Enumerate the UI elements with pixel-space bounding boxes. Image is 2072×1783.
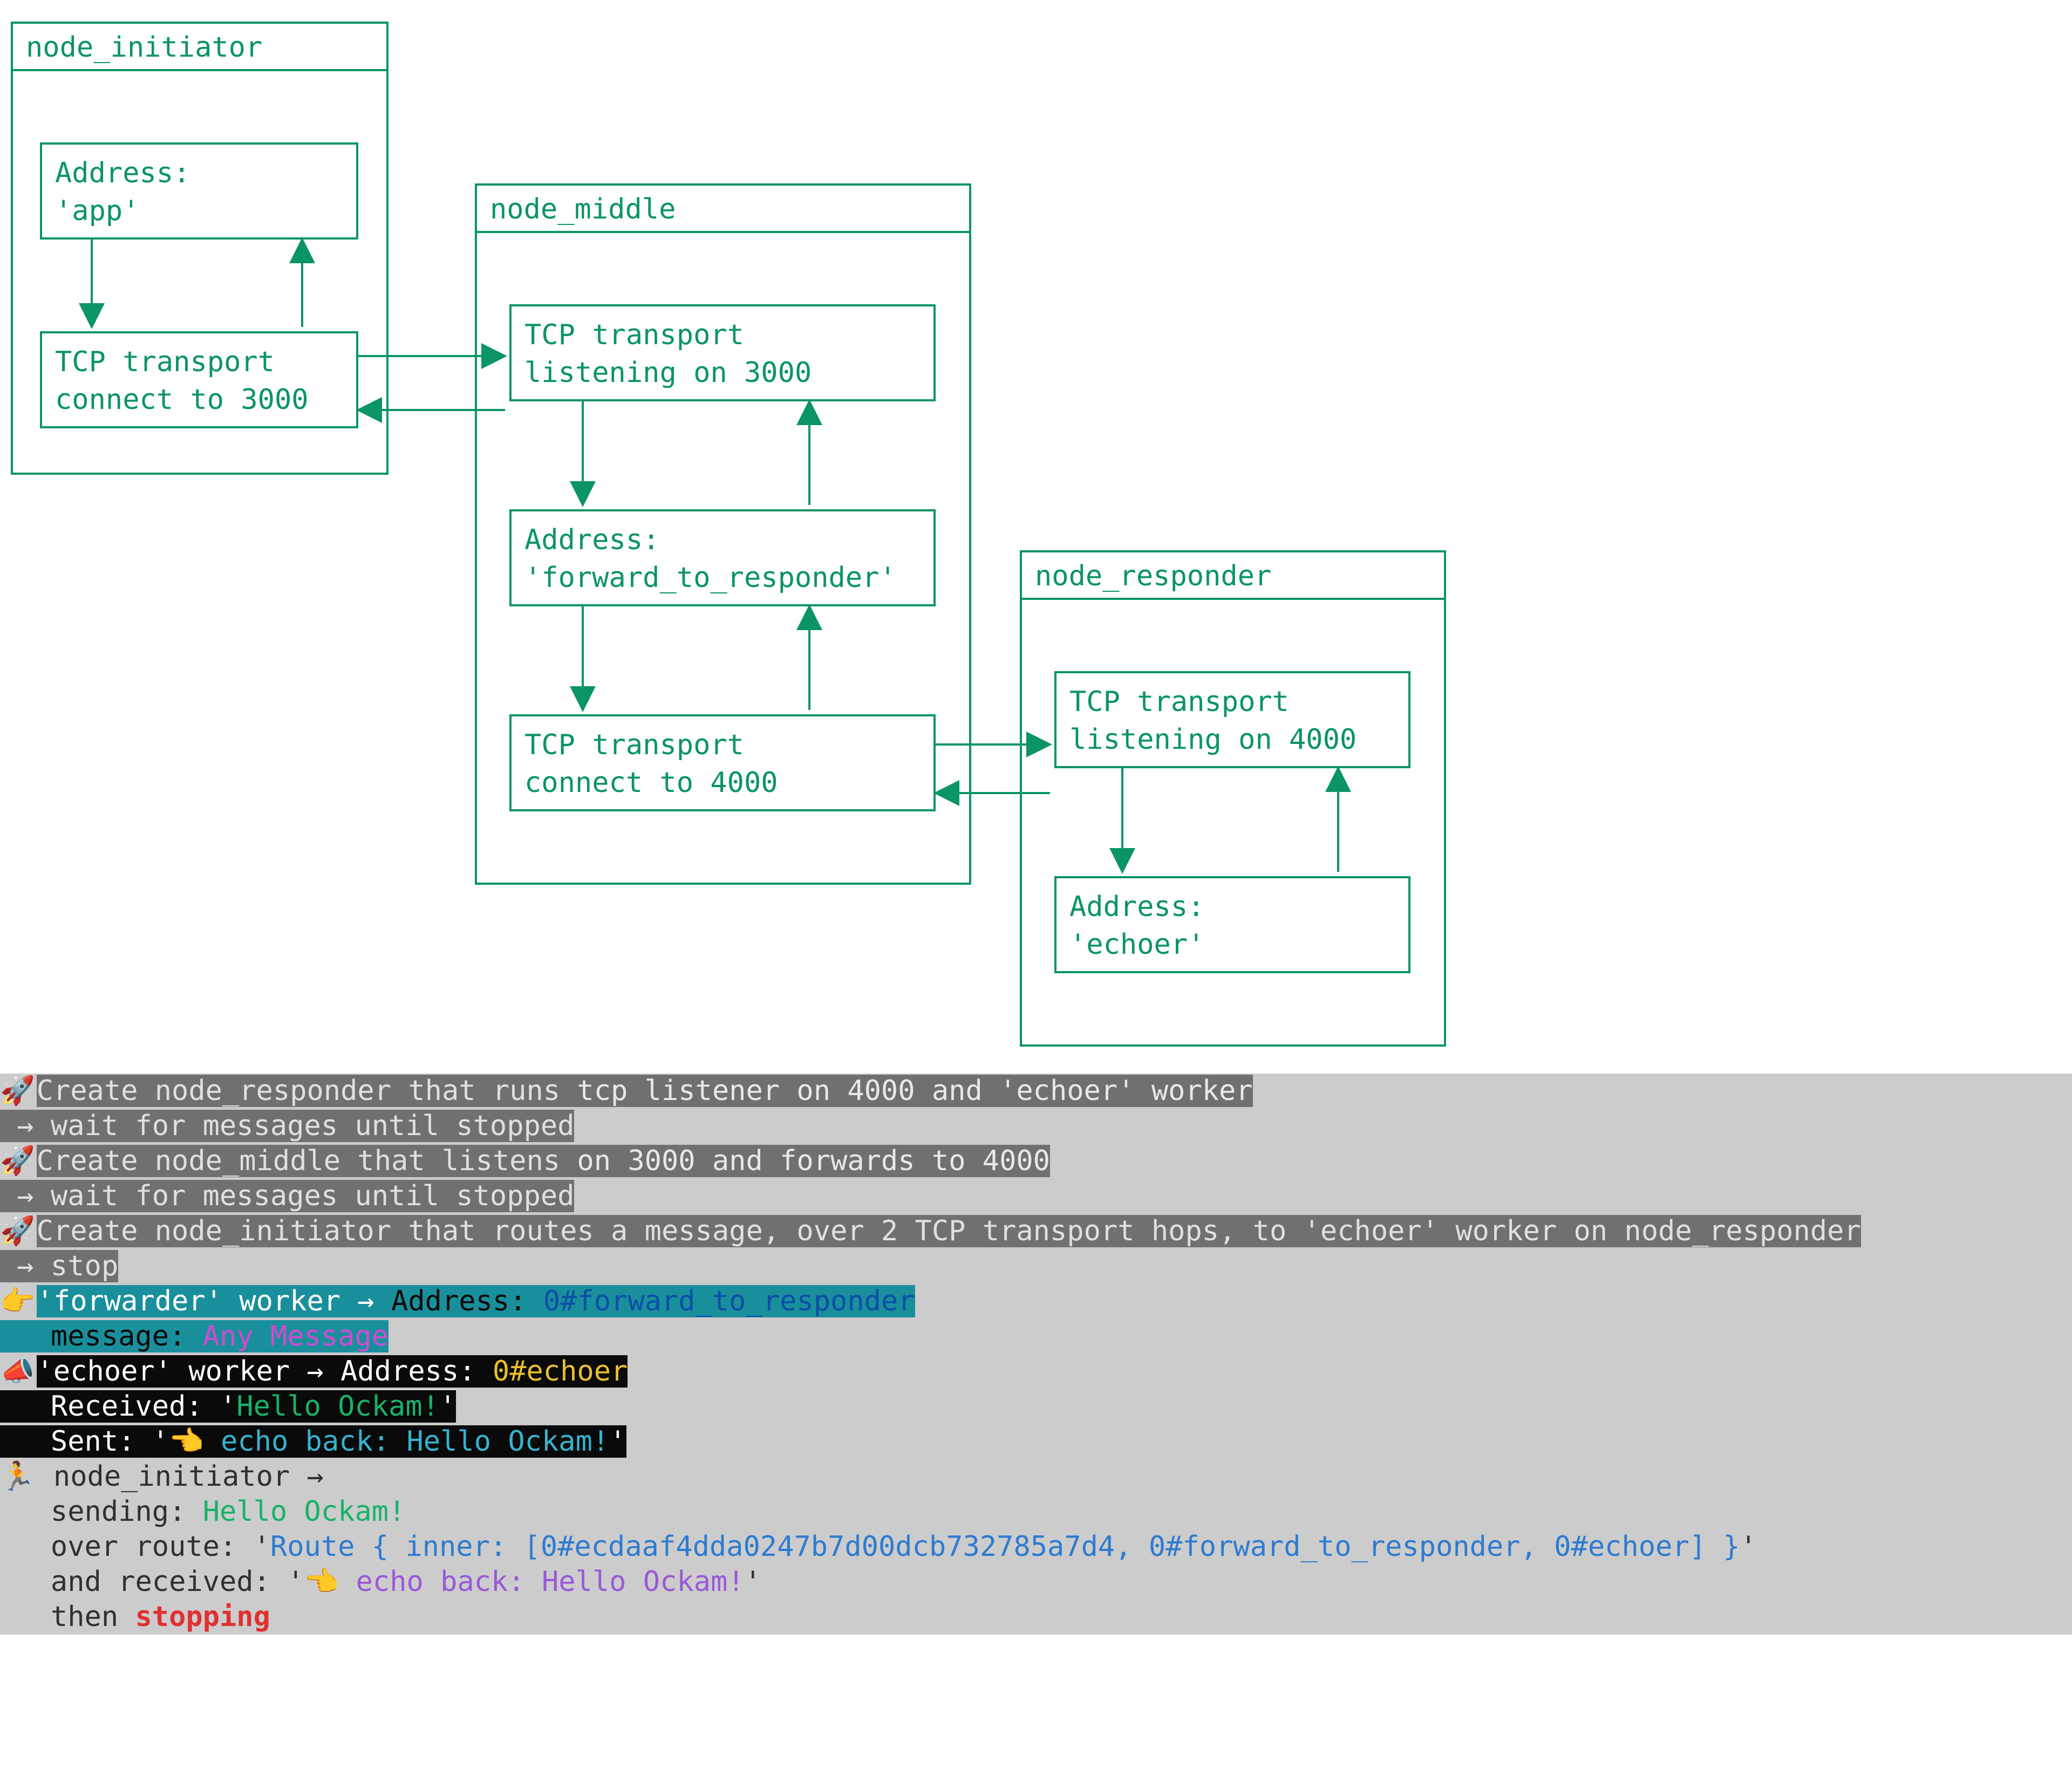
box-initiator-app: Address: 'app' (40, 142, 358, 240)
log-wait-2: → wait for messages until stopped (0, 1180, 574, 1212)
box-responder-echoer: Address: 'echoer' (1054, 876, 1410, 973)
log-initiator-run: node_initiator → (37, 1460, 324, 1493)
log-route: over route: 'Route { inner: [0#ecdaaf4dd… (0, 1529, 2072, 1565)
box-middle-forward: Address: 'forward_to_responder' (509, 509, 936, 606)
terminal-output: 🚀Create node_responder that runs tcp lis… (0, 1074, 2072, 1635)
log-stopping: then stopping (0, 1600, 2072, 1635)
node-responder: node_responder TCP transport listening o… (1020, 550, 1446, 1047)
log-create-responder: Create node_responder that runs tcp list… (37, 1075, 1253, 1107)
node-middle-title: node_middle (477, 186, 969, 233)
node-middle: node_middle TCP transport listening on 3… (475, 183, 971, 885)
node-initiator: node_initiator Address: 'app' TCP transp… (11, 22, 388, 475)
log-forwarder: 'forwarder' worker → Address: 0#forward_… (37, 1285, 915, 1317)
point-icon: 👉 (0, 1284, 37, 1319)
log-stop: → stop (0, 1250, 118, 1282)
rocket-icon: 🚀 (0, 1074, 37, 1109)
box-middle-tcp4000: TCP transport connect to 4000 (509, 714, 936, 811)
node-responder-title: node_responder (1022, 552, 1444, 600)
log-echoer-sent: Sent: '👈 echo back: Hello Ockam!' (0, 1425, 626, 1458)
rocket-icon: 🚀 (0, 1214, 37, 1249)
megaphone-icon: 📣 (0, 1354, 37, 1389)
architecture-diagram: node_initiator Address: 'app' TCP transp… (0, 0, 2072, 1074)
runner-icon: 🏃 (0, 1459, 37, 1494)
log-create-middle: Create node_middle that listens on 3000 … (37, 1145, 1050, 1177)
log-echoer: 'echoer' worker → Address: 0#echoer (37, 1355, 628, 1388)
box-initiator-tcp3000: TCP transport connect to 3000 (40, 331, 358, 428)
log-create-initiator: Create node_initiator that routes a mess… (37, 1215, 1861, 1247)
log-forwarder-msg: message: Any Message (0, 1320, 388, 1352)
node-initiator-title: node_initiator (13, 24, 386, 71)
rocket-icon: 🚀 (0, 1144, 37, 1179)
box-middle-listen3000: TCP transport listening on 3000 (509, 304, 936, 401)
log-sending: sending: Hello Ockam! (0, 1494, 2072, 1529)
box-responder-listen4000: TCP transport listening on 4000 (1054, 671, 1410, 768)
log-received: and received: '👈 echo back: Hello Ockam!… (0, 1565, 2072, 1600)
log-wait-1: → wait for messages until stopped (0, 1110, 574, 1142)
log-echoer-recv: Received: 'Hello Ockam!' (0, 1390, 456, 1423)
